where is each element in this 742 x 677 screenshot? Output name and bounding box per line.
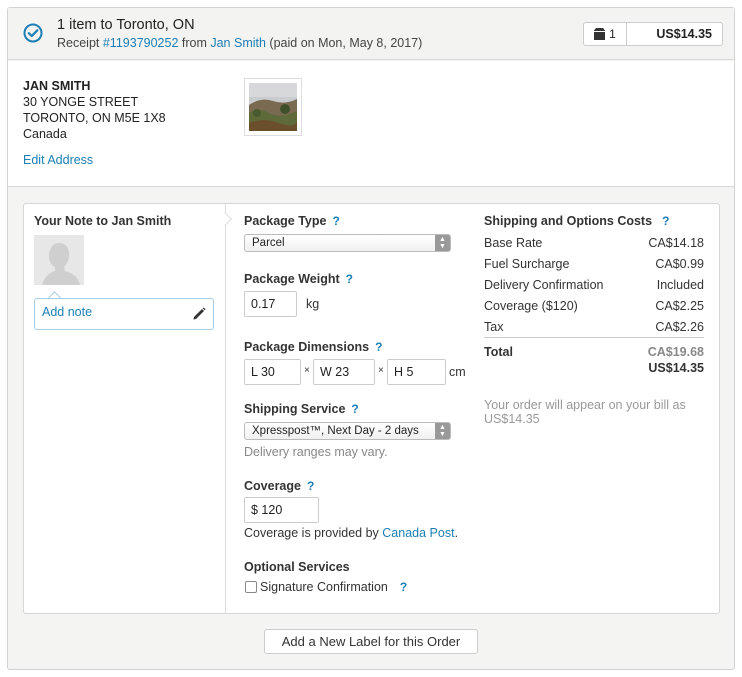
add-note-label[interactable]: Add note [42, 305, 92, 319]
delivery-hint: Delivery ranges may vary. [244, 445, 388, 459]
cost-label: Delivery Confirmation [484, 278, 604, 292]
column-divider [225, 204, 226, 613]
buyer-avatar [34, 235, 84, 285]
recipient-name: JAN SMITH [23, 79, 91, 93]
address-country: Canada [23, 127, 67, 141]
pencil-icon[interactable] [193, 307, 206, 320]
coverage-period: . [454, 526, 459, 540]
item-thumbnail[interactable] [244, 78, 302, 136]
cost-label: Fuel Surcharge [484, 257, 570, 271]
from-text: from [178, 36, 211, 50]
package-weight-input[interactable]: 0.17 [244, 291, 297, 317]
cost-row: Delivery Confirmation Included [484, 278, 704, 292]
costs-title-text: Shipping and Options Costs [484, 214, 653, 228]
costs-title: Shipping and Options Costs? [484, 214, 669, 228]
times-sign: × [304, 365, 310, 376]
order-title: 1 item to Toronto, ON [57, 17, 195, 33]
shipping-service-label: Shipping Service? [244, 402, 359, 416]
shipping-service-label-text: Shipping Service [244, 402, 346, 416]
avatar-silhouette-icon [42, 243, 80, 285]
package-dimensions-label-text: Package Dimensions [244, 340, 370, 354]
receipt-prefix: Receipt [57, 36, 103, 50]
item-count-value: 1 [609, 27, 616, 41]
divider-notch [217, 211, 233, 227]
note-title: Your Note to Jan Smith [34, 214, 172, 228]
add-new-label-button[interactable]: Add a New Label for this Order [264, 629, 478, 654]
cost-label: Base Rate [484, 236, 543, 250]
package-weight-label-text: Package Weight [244, 272, 340, 286]
shipping-service-help-icon[interactable]: ? [351, 402, 358, 416]
costs-help-icon[interactable]: ? [662, 214, 669, 228]
coverage-text: Coverage is provided by [244, 526, 383, 540]
signature-help-icon[interactable]: ? [400, 580, 407, 594]
buyer-name-link[interactable]: Jan Smith [210, 36, 266, 50]
coverage-provider-text: Coverage is provided by Canada Post. [244, 526, 458, 540]
package-dimensions-help-icon[interactable]: ? [375, 340, 382, 354]
coverage-label-text: Coverage [244, 479, 301, 493]
order-total: US$14.35 [656, 27, 712, 41]
cost-row: Tax CA$2.26 [484, 320, 704, 334]
item-count: 1 [584, 23, 627, 45]
landscape-photo [249, 83, 297, 131]
height-input[interactable]: H 5 [387, 359, 446, 385]
cost-row: Base Rate CA$14.18 [484, 236, 704, 250]
weight-unit: kg [306, 297, 320, 311]
total-usd: US$14.35 [648, 361, 704, 375]
check-circle-icon [23, 23, 43, 43]
optional-services-label: Optional Services [244, 560, 350, 574]
cost-value: CA$2.25 [655, 299, 704, 313]
coverage-input[interactable]: $ 120 [244, 497, 319, 523]
cost-label: Coverage ($120) [484, 299, 578, 313]
cost-row: Fuel Surcharge CA$0.99 [484, 257, 704, 271]
dimensions-unit: cm [449, 365, 466, 379]
label-settings-panel: Your Note to Jan Smith Add note Package … [23, 203, 720, 614]
address-city: TORONTO, ON M5E 1X8 [23, 111, 166, 125]
coverage-label: Coverage? [244, 479, 314, 493]
package-type-label-text: Package Type [244, 214, 327, 228]
select-arrows-icon: ▲ ▼ [435, 423, 450, 439]
shipping-service-select[interactable]: Xpresspost™, Next Day - 2 days ▲ ▼ [244, 422, 451, 440]
package-weight-help-icon[interactable]: ? [346, 272, 353, 286]
signature-option: Signature Confirmation? [260, 580, 407, 594]
cost-value: CA$14.18 [648, 236, 704, 250]
package-type-label: Package Type? [244, 214, 340, 228]
cost-label: Tax [484, 320, 504, 334]
total-label: Total [484, 345, 513, 359]
cost-row: Coverage ($120) CA$2.25 [484, 299, 704, 313]
receipt-line: Receipt #1193790252 from Jan Smith (paid… [57, 36, 422, 50]
cost-value: CA$2.26 [655, 320, 704, 334]
add-note-field[interactable]: Add note [34, 298, 214, 330]
receipt-number-link[interactable]: #1193790252 [103, 36, 179, 50]
shipping-address-section: JAN SMITH 30 YONGE STREET TORONTO, ON M5… [8, 61, 734, 187]
signature-label[interactable]: Signature Confirmation [260, 580, 388, 594]
package-type-select[interactable]: Parcel ▲ ▼ [244, 234, 451, 252]
length-input[interactable]: L 30 [244, 359, 301, 385]
package-dimensions-label: Package Dimensions? [244, 340, 382, 354]
shipping-address: JAN SMITH 30 YONGE STREET TORONTO, ON M5… [23, 78, 166, 142]
total-cad: CA$19.68 [647, 345, 704, 359]
coverage-help-icon[interactable]: ? [307, 479, 314, 493]
paid-text: (paid on Mon, May 8, 2017) [265, 36, 423, 50]
canada-post-link[interactable]: Canada Post [382, 526, 454, 540]
edit-address-link[interactable]: Edit Address [23, 153, 93, 167]
order-card: 1 item to Toronto, ON Receipt #119379025… [7, 7, 735, 670]
select-arrows-icon: ▲ ▼ [435, 235, 450, 251]
order-header: 1 item to Toronto, ON Receipt #119379025… [8, 8, 734, 60]
address-street: 30 YONGE STREET [23, 95, 139, 109]
times-sign: × [378, 365, 384, 376]
width-input[interactable]: W 23 [313, 359, 375, 385]
order-summary-box: 1 US$14.35 [583, 22, 723, 46]
package-type-help-icon[interactable]: ? [332, 214, 339, 228]
package-icon [594, 28, 606, 40]
signature-checkbox[interactable] [245, 581, 257, 593]
bill-note: Your order will appear on your bill as U… [484, 398, 686, 426]
package-weight-label: Package Weight? [244, 272, 353, 286]
costs-divider [484, 337, 704, 338]
cost-value: Included [656, 278, 704, 292]
cost-value: CA$0.99 [655, 257, 704, 271]
shipping-service-value: Xpresspost™, Next Day - 2 days [252, 425, 419, 437]
package-type-value: Parcel [252, 237, 285, 249]
